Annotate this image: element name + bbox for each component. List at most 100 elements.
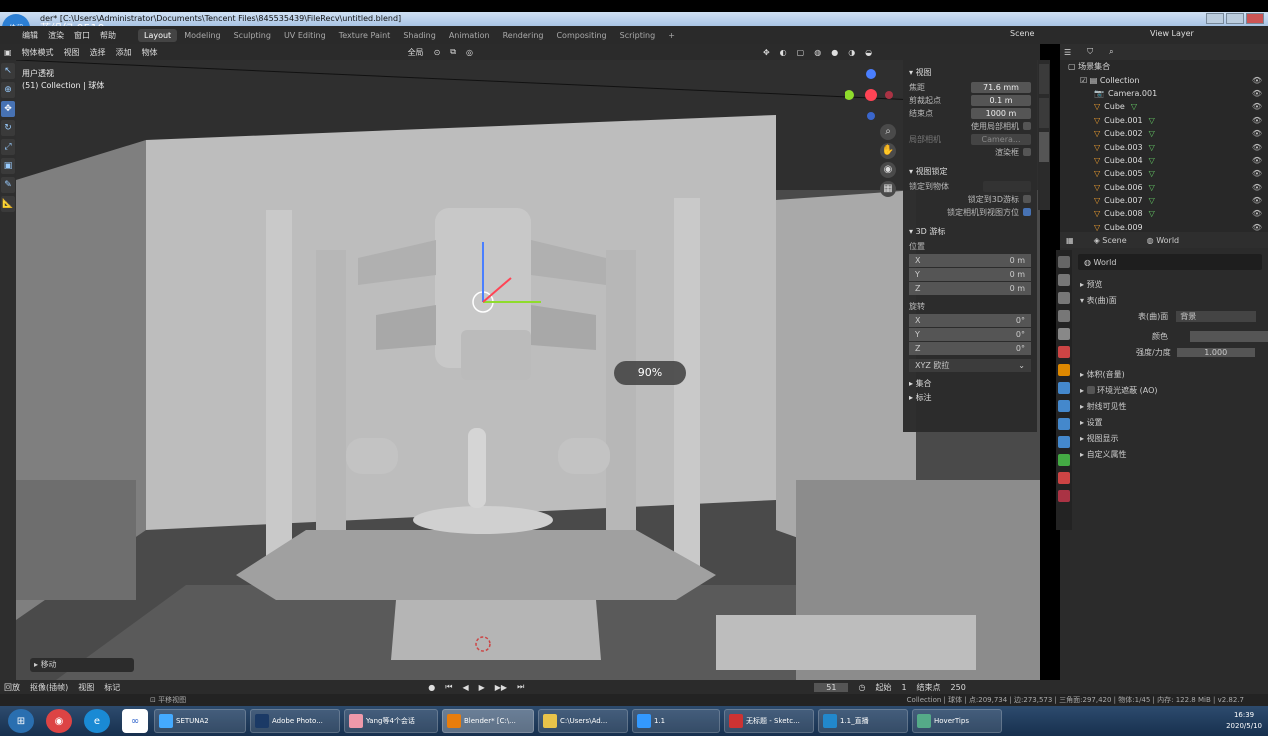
modifier-tab-icon[interactable] <box>1058 382 1070 394</box>
maximize-button[interactable] <box>1226 13 1244 24</box>
cursor-loc-y[interactable]: Y0 m <box>909 268 1031 281</box>
eye-icon[interactable]: 👁 <box>1252 143 1262 152</box>
menu-object[interactable]: 物体 <box>142 47 158 58</box>
current-frame-field[interactable]: 51 <box>814 682 849 692</box>
outliner-item[interactable]: ▽ Cube.001 ▽ 👁 <box>1060 114 1268 127</box>
jump-start-icon[interactable]: ⏮ <box>445 682 452 692</box>
data-tab-icon[interactable] <box>1058 454 1070 466</box>
output-tab-icon[interactable] <box>1058 292 1070 304</box>
properties-editor-icon[interactable]: ▦ <box>1066 236 1074 245</box>
shading-solid-icon[interactable]: ● <box>831 48 838 57</box>
preview-section[interactable]: ▸ 预览 <box>1060 276 1268 292</box>
gizmo-neg-z-icon[interactable] <box>867 112 875 120</box>
view-section-header[interactable]: ▾ 视图 <box>909 67 1031 78</box>
ao-checkbox[interactable] <box>1086 386 1095 394</box>
scale-tool-icon[interactable]: ⤢ <box>1 139 15 155</box>
select-tool-icon[interactable]: ↖ <box>1 63 15 79</box>
chrome-icon[interactable]: ◉ <box>46 709 72 733</box>
volume-section[interactable]: ▸ 体积(音量) <box>1060 366 1268 382</box>
tab-compositing[interactable]: Compositing <box>550 29 612 42</box>
tab-sculpting[interactable]: Sculpting <box>228 29 277 42</box>
xray-icon[interactable]: ▢ <box>797 48 805 57</box>
proportional-edit-icon[interactable]: ◎ <box>466 48 473 57</box>
tab-animation[interactable]: Animation <box>443 29 496 42</box>
jump-end-icon[interactable]: ⏭ <box>517 682 524 692</box>
gizmo-x-icon[interactable] <box>865 89 877 101</box>
outliner-search-icon[interactable]: ⌕ <box>1109 47 1113 57</box>
taskbar-app-1-1[interactable]: 1.1 <box>632 709 720 733</box>
prev-key-icon[interactable]: ◀ <box>462 683 468 692</box>
outliner-item[interactable]: ▽ Cube.008 ▽ 👁 <box>1060 207 1268 220</box>
eye-icon[interactable]: 👁 <box>1252 196 1262 205</box>
sidebar-tab-item[interactable] <box>1039 64 1049 94</box>
clock-icon[interactable]: ◷ <box>858 683 865 692</box>
minimize-button[interactable] <box>1206 13 1224 24</box>
outliner-item[interactable]: ▽ Cube.004 ▽ 👁 <box>1060 154 1268 167</box>
menu-add[interactable]: 添加 <box>116 47 132 58</box>
cursor-tool-icon[interactable]: ⊕ <box>1 82 15 98</box>
taskbar-app-live[interactable]: 1.1_直播 <box>818 709 908 733</box>
gizmo-neg-x-icon[interactable] <box>885 91 893 99</box>
gizmo-z-icon[interactable] <box>866 69 876 79</box>
collection-section-header[interactable]: ▸ 集合 <box>909 378 1031 389</box>
close-button[interactable] <box>1246 13 1264 24</box>
taskbar-app-setuna[interactable]: SETUNA2 <box>154 709 246 733</box>
zoom-icon[interactable]: ⌕ <box>880 124 896 140</box>
outliner-item[interactable]: ▽ Cube.002 ▽ 👁 <box>1060 127 1268 140</box>
menu-edit[interactable]: 编辑 <box>22 30 38 41</box>
eye-icon[interactable]: 👁 <box>1252 89 1262 98</box>
render-region-checkbox[interactable] <box>1023 148 1031 156</box>
timeline-playback[interactable]: 回放 <box>4 682 20 693</box>
rotate-tool-icon[interactable]: ↻ <box>1 120 15 136</box>
taskbar-app-blender[interactable]: Blender* [C:\... <box>442 709 534 733</box>
navigation-gizmo[interactable] <box>845 68 897 124</box>
texture-tab-icon[interactable] <box>1058 490 1070 502</box>
sidebar-tab-tool[interactable] <box>1039 98 1049 128</box>
view-lock-header[interactable]: ▾ 视图锁定 <box>909 166 1031 177</box>
edge-icon[interactable]: e <box>84 709 110 733</box>
camera-view-icon[interactable]: ◉ <box>880 162 896 178</box>
cloud-app-icon[interactable]: ∞ <box>122 709 148 733</box>
eye-icon[interactable]: 👁 <box>1252 116 1262 125</box>
view-layer-tab-icon[interactable] <box>1058 310 1070 322</box>
ao-section[interactable]: ▸ 环境光遮蔽 (AO) <box>1060 382 1268 398</box>
physics-tab-icon[interactable] <box>1058 418 1070 430</box>
outliner-item[interactable]: 📷 Camera.001 👁 <box>1060 87 1268 100</box>
tab-modeling[interactable]: Modeling <box>178 29 226 42</box>
outliner-item[interactable]: ▽ Cube ▽ 👁 <box>1060 100 1268 113</box>
taskbar-app-sketch[interactable]: 无标题 - Sketc... <box>724 709 814 733</box>
tab-layout[interactable]: Layout <box>138 28 178 42</box>
mode-selector[interactable]: 物体模式 <box>22 47 54 58</box>
local-camera-field[interactable]: Camera... <box>971 133 1031 145</box>
shading-wire-icon[interactable]: ◍ <box>814 48 821 57</box>
focal-field[interactable]: 71.6 mm <box>971 81 1031 93</box>
clip-start-field[interactable]: 0.1 m <box>971 94 1031 106</box>
custom-props-section[interactable]: ▸ 自定义属性 <box>1060 446 1268 462</box>
eye-icon[interactable]: 👁 <box>1252 76 1262 85</box>
next-key-icon[interactable]: ▶▶ <box>495 683 507 692</box>
taskbar-app-explorer[interactable]: C:\Users\Ad... <box>538 709 628 733</box>
color-field[interactable] <box>1190 330 1268 342</box>
eye-icon[interactable]: 👁 <box>1252 183 1262 192</box>
checkbox-icon[interactable]: ☑ <box>1080 76 1087 85</box>
world-breadcrumb[interactable]: World <box>1156 236 1179 245</box>
outliner-item[interactable]: ▽ Cube.005 ▽ 👁 <box>1060 167 1268 180</box>
outliner-root[interactable]: ▢ 场景集合 <box>1060 60 1268 73</box>
cursor-loc-x[interactable]: X0 m <box>909 254 1031 267</box>
outliner-collection[interactable]: ☑ ▤ Collection 👁 <box>1060 73 1268 86</box>
system-clock[interactable]: 16:39 2020/5/10 <box>1226 710 1262 732</box>
tab-rendering[interactable]: Rendering <box>497 29 550 42</box>
taskbar-app-hovertips[interactable]: HoverTips <box>912 709 1002 733</box>
eye-icon[interactable]: 👁 <box>1252 169 1262 178</box>
tab-shading[interactable]: Shading <box>397 29 442 42</box>
world-tab-icon[interactable] <box>1058 346 1070 358</box>
editor-type-icon[interactable]: ▣ <box>4 48 12 57</box>
clip-end-field[interactable]: 1000 m <box>971 107 1031 119</box>
material-tab-icon[interactable] <box>1058 472 1070 484</box>
last-operator-panel[interactable]: ▸ 移动 <box>30 658 134 672</box>
lock-camera-checkbox[interactable] <box>1023 208 1031 216</box>
eye-icon[interactable]: 👁 <box>1252 209 1262 218</box>
start-icon[interactable]: ⊞ <box>8 709 34 733</box>
grid-view-icon[interactable]: ▦ <box>880 181 896 197</box>
measure-tool-icon[interactable]: 📐 <box>1 196 15 212</box>
